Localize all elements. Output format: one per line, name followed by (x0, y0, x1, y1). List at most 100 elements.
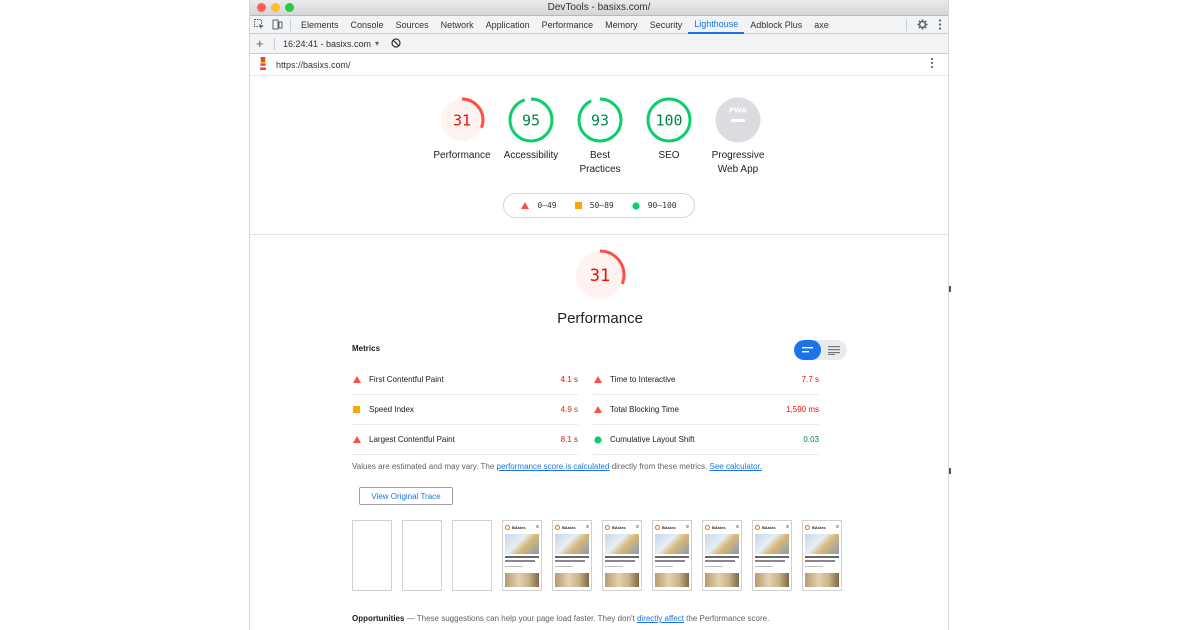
gear-icon[interactable] (917, 18, 928, 32)
clear-reports-icon[interactable] (391, 37, 401, 50)
more-options-icon[interactable] (938, 18, 942, 32)
gauge-performance[interactable]: 31 Performance (428, 96, 497, 177)
metric-name: Time to Interactive (610, 375, 676, 384)
performance-score-link[interactable]: performance score is calculated (497, 462, 610, 471)
filmstrip-frame: BAsixs ≡ (752, 520, 792, 591)
window-edge-mark (949, 286, 951, 292)
metric-name: Largest Contentful Paint (369, 435, 455, 444)
legend-range: 0–49 (537, 201, 557, 210)
metric-name: Cumulative Layout Shift (610, 435, 695, 444)
filmstrip-frame: BAsixs ≡ (602, 520, 642, 591)
tab-lighthouse[interactable]: Lighthouse (688, 16, 745, 34)
filmstrip-frame (452, 520, 492, 591)
triangle-icon (593, 376, 610, 383)
filmstrip-frame: BAsixs ≡ (502, 520, 542, 591)
gauge-label-line: Practices (579, 164, 621, 175)
expanded-view-icon[interactable] (821, 340, 847, 360)
performance-title: Performance (557, 310, 643, 327)
triangle-icon (352, 376, 369, 383)
note-text: directly from these metrics. (609, 462, 710, 471)
report-url-bar: https://basixs.com/ (250, 54, 948, 76)
tab-performance[interactable]: Performance (536, 16, 600, 34)
gauge-score: 100 (655, 112, 682, 130)
window-edge-mark (949, 468, 951, 474)
gauge-score: 95 (522, 112, 540, 130)
report-selector[interactable]: 16:24:41 - basixs.com ▾ (283, 39, 379, 49)
triangle-icon (521, 202, 530, 209)
gauge-label: Performance (433, 150, 491, 161)
opportunities-dash: — (404, 614, 417, 623)
filmstrip-frame: BAsixs ≡ (652, 520, 692, 591)
devtools-window: DevTools - basixs.com/ Elements Console … (249, 0, 949, 630)
gauge-label-line: Progressive (711, 150, 765, 161)
gauge-accessibility[interactable]: 95 Accessibility (497, 96, 566, 177)
metric-value: 7.7 s (801, 375, 819, 384)
report-toolbar: + 16:24:41 - basixs.com ▾ (250, 34, 948, 54)
devtools-tab-bar: Elements Console Sources Network Applica… (250, 16, 948, 34)
report-selector-label: 16:24:41 - basixs.com (283, 38, 372, 49)
gauge-label: Best Practices (579, 149, 620, 177)
filmstrip-frame: BAsixs ≡ (802, 520, 842, 591)
gauge-pwa[interactable]: PWA Progressive Web App (704, 96, 773, 177)
metrics-column-left: First Contentful Paint 4.1 s Speed Index… (352, 365, 578, 455)
tab-sources[interactable]: Sources (390, 16, 435, 34)
triangle-icon (593, 406, 610, 413)
filmstrip-frame (402, 520, 442, 591)
gauge-seo[interactable]: 100 SEO (635, 96, 704, 177)
chevron-down-icon: ▾ (375, 39, 380, 48)
metric-time-to-interactive: Time to Interactive 7.7 s (593, 365, 819, 395)
gauge-label: SEO (658, 150, 680, 161)
new-report-button[interactable]: + (256, 36, 266, 51)
tab-security[interactable]: Security (644, 16, 689, 34)
tab-elements[interactable]: Elements (295, 16, 345, 34)
report-menu-icon[interactable] (930, 57, 934, 72)
performance-score: 31 (590, 266, 610, 286)
tab-network[interactable]: Network (435, 16, 480, 34)
metric-name: Speed Index (369, 405, 414, 414)
gauge-label-line: Best (589, 150, 610, 161)
legend-average: 50–89 (574, 201, 614, 210)
gauge-label-line: Web App (717, 164, 759, 175)
compact-view-icon[interactable] (794, 340, 821, 360)
metric-value: 8.1 s (560, 435, 578, 444)
metric-largest-contentful-paint: Largest Contentful Paint 8.1 s (352, 425, 578, 455)
metric-name: Total Blocking Time (610, 405, 679, 414)
opportunities-text: the Performance score. (683, 614, 770, 623)
opportunities-text: These suggestions can help your page loa… (416, 614, 637, 623)
opportunities-title: Opportunities (352, 614, 405, 623)
score-gauges: 31 Performance 95 Accessibility 93 Best … (250, 96, 948, 177)
metric-total-blocking-time: Total Blocking Time 1,590 ms (593, 395, 819, 425)
gauge-score: 31 (453, 112, 471, 130)
filmstrip-frame (352, 520, 392, 591)
tab-adblock-plus[interactable]: Adblock Plus (744, 16, 808, 34)
gauge-score: 93 (591, 112, 609, 130)
filmstrip-frame: BAsixs ≡ (552, 520, 592, 591)
tab-memory[interactable]: Memory (599, 16, 644, 34)
metrics-column-right: Time to Interactive 7.7 s Total Blocking… (593, 365, 819, 455)
opportunities-header: Opportunities — These suggestions can he… (352, 614, 769, 623)
metrics-heading: Metrics (352, 344, 381, 353)
view-original-trace-button[interactable]: View Original Trace (359, 487, 453, 505)
legend-range: 50–89 (589, 201, 614, 210)
circle-icon (593, 435, 610, 444)
see-calculator-link[interactable]: See calculator. (710, 462, 762, 471)
device-toolbar-icon[interactable] (268, 16, 286, 34)
window-title: DevTools - basixs.com/ (547, 2, 651, 13)
tab-console[interactable]: Console (345, 16, 390, 34)
directly-affect-link[interactable]: directly affect (637, 614, 684, 623)
metrics-view-toggle[interactable] (794, 340, 847, 360)
triangle-icon (352, 436, 369, 443)
tab-axe[interactable]: axe (808, 16, 835, 34)
tab-application[interactable]: Application (480, 16, 536, 34)
legend-range: 90–100 (647, 201, 677, 210)
gauge-label: Progressive Web App (712, 149, 765, 177)
toolbar-divider (290, 18, 291, 31)
metric-first-contentful-paint: First Contentful Paint 4.1 s (352, 365, 578, 395)
report-url[interactable]: https://basixs.com/ (276, 60, 351, 70)
metric-value: 4.9 s (560, 405, 578, 414)
gauge-best-practices[interactable]: 93 Best Practices (566, 96, 635, 177)
legend-fail: 0–49 (521, 201, 557, 210)
performance-main-gauge: 31 (573, 248, 627, 307)
inspect-element-icon[interactable] (250, 16, 268, 34)
legend-pass: 90–100 (632, 201, 677, 210)
